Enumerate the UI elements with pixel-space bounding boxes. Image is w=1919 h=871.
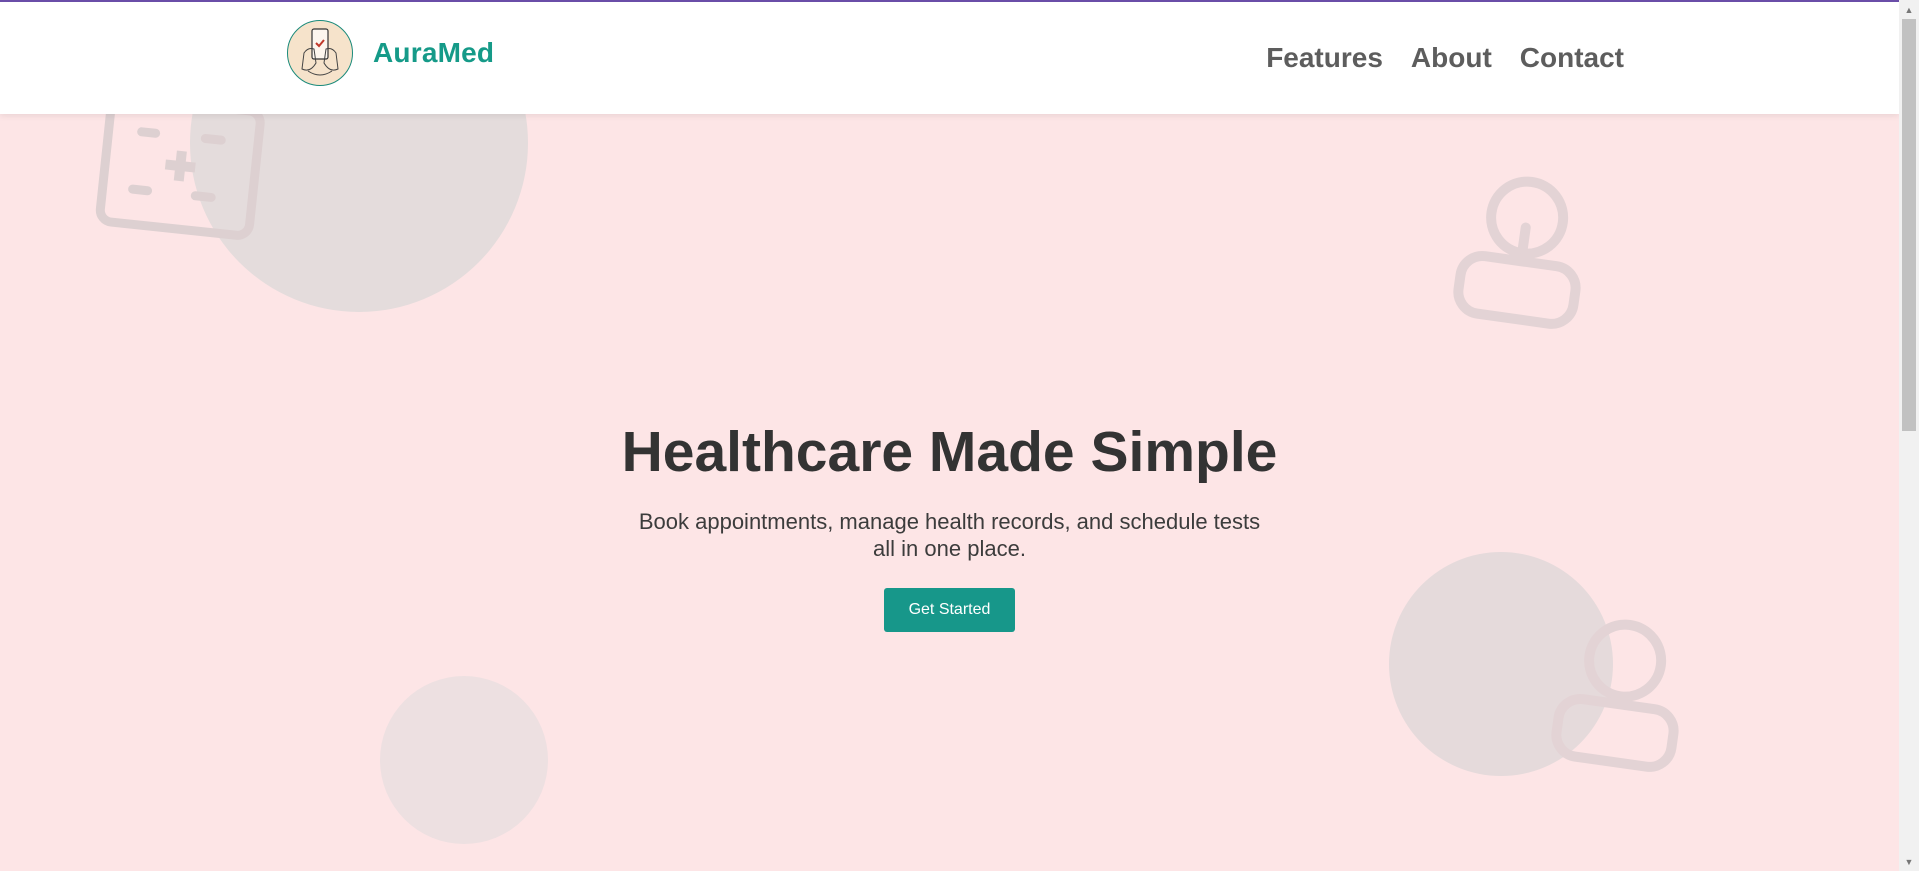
nav-link-contact[interactable]: Contact bbox=[1520, 40, 1624, 76]
hero-content: Healthcare Made Simple Book appointments… bbox=[0, 418, 1899, 632]
decorative-circle bbox=[380, 676, 548, 844]
decorative-circle bbox=[190, 114, 528, 312]
nav-link-features[interactable]: Features bbox=[1266, 40, 1383, 76]
vertical-scrollbar[interactable]: ▲ ▼ bbox=[1899, 0, 1919, 871]
user-icon bbox=[1453, 176, 1581, 329]
brand-link[interactable]: AuraMed bbox=[287, 20, 494, 86]
browser-viewport: AuraMed Features About Contact Healthcar… bbox=[0, 0, 1919, 871]
hero-subtitle: Book appointments, manage health records… bbox=[638, 509, 1261, 561]
user-icon bbox=[1551, 619, 1679, 772]
site-header: AuraMed Features About Contact bbox=[0, 2, 1899, 114]
main-nav: Features About Contact bbox=[1266, 40, 1624, 76]
scroll-up-arrow-icon[interactable]: ▲ bbox=[1899, 2, 1919, 19]
brand-name: AuraMed bbox=[373, 37, 495, 68]
nav-link-about[interactable]: About bbox=[1411, 40, 1492, 76]
hero-section: Healthcare Made Simple Book appointments… bbox=[0, 114, 1899, 871]
scroll-down-arrow-icon[interactable]: ▼ bbox=[1899, 854, 1919, 871]
medicine-box-icon bbox=[95, 114, 265, 240]
get-started-button[interactable]: Get Started bbox=[884, 588, 1015, 632]
logo-icon bbox=[287, 20, 353, 86]
hero-title: Healthcare Made Simple bbox=[621, 420, 1278, 484]
scrollbar-thumb[interactable] bbox=[1902, 19, 1916, 431]
top-accent-bar bbox=[0, 0, 1899, 2]
